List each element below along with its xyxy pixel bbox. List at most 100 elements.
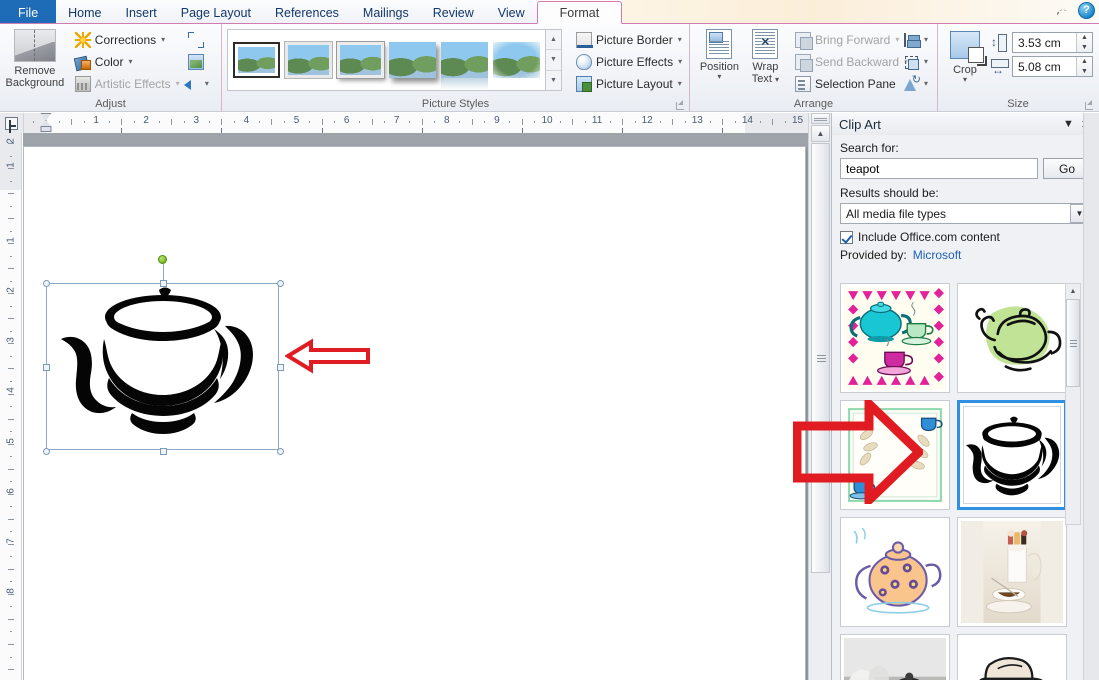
picture-border-button[interactable]: Picture Border ▾ [572,29,686,50]
picture-styles-gallery[interactable] [227,29,546,91]
resize-handle-top-center[interactable] [160,280,167,287]
rotate-objects-button[interactable]: ▾ [899,73,932,94]
split-window-icon[interactable] [811,113,830,124]
vertical-ruler-tick [10,356,12,357]
clip-art-results-scrollbar[interactable]: ▲ [1065,283,1081,525]
resize-handle-bottom-left[interactable] [43,448,50,455]
picture-style-soft-edge-oval[interactable] [493,42,540,78]
resize-handle-middle-right[interactable] [277,364,284,371]
resize-handle-top-right[interactable] [277,280,284,287]
document-canvas[interactable] [23,133,808,680]
shape-height-input[interactable] [1013,33,1076,52]
tab-view[interactable]: View [486,1,537,24]
vertical-ruler[interactable]: 2112345678 [0,133,22,680]
ruler-quarter-tick [484,121,485,123]
clip-art-result-black-white-teapot-photo[interactable] [840,634,950,680]
change-picture-button[interactable] [177,51,216,72]
corrections-button[interactable]: Corrections ▾ [71,29,175,50]
group-objects-button[interactable]: ▾ [899,51,932,72]
vertical-ruler-tick [8,594,14,595]
horizontal-ruler[interactable]: 123456789101112131415 [0,113,831,133]
stepper-down-icon[interactable]: ▼ [1077,43,1092,53]
scroll-up-icon[interactable]: ▲ [811,125,830,142]
provided-by-link[interactable]: Microsoft [913,248,962,262]
scroll-down-icon[interactable]: ▼ [546,50,561,70]
stepper-up-icon[interactable]: ▲ [1077,33,1092,43]
teapot-clip-art[interactable] [47,284,280,451]
scrollbar-thumb[interactable] [811,143,830,573]
help-question-icon[interactable]: ? [1078,2,1095,19]
horizontal-ruler-track[interactable]: 123456789101112131415 [24,113,831,133]
picture-effects-button[interactable]: Picture Effects ▾ [572,51,686,72]
clip-art-result-green-teapot-sketch[interactable] [957,283,1067,393]
crop-button[interactable]: Crop ▾ [943,27,987,83]
tab-file[interactable]: File [0,0,56,24]
shape-height-stepper[interactable]: ▲ ▼ [1012,32,1093,53]
resize-handle-bottom-center[interactable] [160,448,167,455]
stepper-up-icon[interactable]: ▲ [1077,57,1092,67]
clip-art-result-teapot-and-cups-purple-border[interactable] [840,283,950,393]
tab-format[interactable]: Format [537,1,623,24]
tab-stop-selector[interactable] [0,113,24,133]
chevron-down-icon[interactable]: ▼ [1060,116,1077,133]
stepper-down-icon[interactable]: ▼ [1077,67,1092,77]
tab-review[interactable]: Review [421,1,486,24]
clip-art-result-dessert-coffee-photo[interactable] [957,517,1067,627]
vertical-ruler-number: 8 [5,588,16,594]
color-picture-icon [75,54,91,70]
results-should-be-label: Results should be: [840,186,1091,200]
color-button[interactable]: Color ▾ [71,51,175,72]
left-indent-marker[interactable] [41,126,52,132]
include-office-content-row[interactable]: Include Office.com content [840,230,1091,244]
ruler-quarter-tick [434,121,435,123]
reset-picture-button[interactable]: ▾ [177,73,216,94]
chevron-up-icon[interactable] [1055,3,1071,19]
picture-style-simple-frame-black[interactable] [233,42,280,78]
bring-forward-button[interactable]: Bring Forward ▾ [791,29,897,50]
tab-mailings[interactable]: Mailings [351,1,421,24]
scroll-up-icon[interactable]: ▲ [1066,284,1080,298]
clip-art-result-sketched-teapot-drawing[interactable] [957,634,1067,680]
clip-art-result-orange-floral-teapot[interactable] [840,517,950,627]
resize-handle-middle-left[interactable] [43,364,50,371]
selection-pane-button[interactable]: Selection Pane [791,73,897,94]
tab-insert[interactable]: Insert [114,1,169,24]
picture-layout-button[interactable]: Picture Layout ▾ [572,73,686,94]
wrap-text-button[interactable]: Wrap Text ▾ [744,27,787,85]
position-icon [706,29,732,59]
shape-width-input[interactable] [1013,57,1076,76]
ruler-number: 8 [444,115,450,126]
send-backward-button[interactable]: Send Backward ▾ [791,51,897,72]
scrollbar-thumb[interactable] [1066,299,1080,387]
picture-styles-dialog-launcher[interactable] [675,100,686,111]
search-input[interactable] [840,158,1038,179]
compress-pictures-button[interactable] [177,29,216,50]
size-dialog-launcher[interactable] [1084,100,1095,111]
shape-width-stepper[interactable]: ▲ ▼ [1012,56,1093,77]
document-page[interactable] [23,146,806,680]
ruler-half-tick [422,119,423,125]
rotate-handle-icon[interactable] [158,255,167,264]
artistic-effects-button[interactable]: Artistic Effects ▾ [71,73,175,94]
picture-style-reflected-rounded-rectangle[interactable] [441,42,488,78]
position-button[interactable]: Position ▾ [695,27,744,80]
tab-home[interactable]: Home [56,1,113,24]
picture-style-drop-shadow-rectangle[interactable] [389,42,436,78]
picture-effects-label: Picture Effects [596,55,673,69]
picture-style-beveled-matte-white[interactable] [285,42,332,78]
tab-references[interactable]: References [263,1,351,24]
more-styles-icon[interactable]: ▼ [546,71,561,90]
resize-handle-top-left[interactable] [43,280,50,287]
align-objects-button[interactable]: ▾ [899,29,932,50]
picture-style-metal-frame[interactable] [337,42,384,78]
resize-handle-bottom-right[interactable] [277,448,284,455]
selected-image-frame[interactable] [46,283,279,450]
include-office-content-checkbox[interactable] [840,231,853,244]
vertical-ruler-tick [8,343,14,344]
document-vertical-scrollbar[interactable]: ▲ [808,113,831,680]
tab-page-layout[interactable]: Page Layout [169,1,263,24]
remove-background-button[interactable]: Remove Background [5,27,65,89]
clip-art-result-black-white-teapot[interactable] [957,400,1067,510]
media-types-select[interactable]: All media file types ▼ [840,203,1091,224]
scroll-up-icon[interactable]: ▲ [546,30,561,50]
